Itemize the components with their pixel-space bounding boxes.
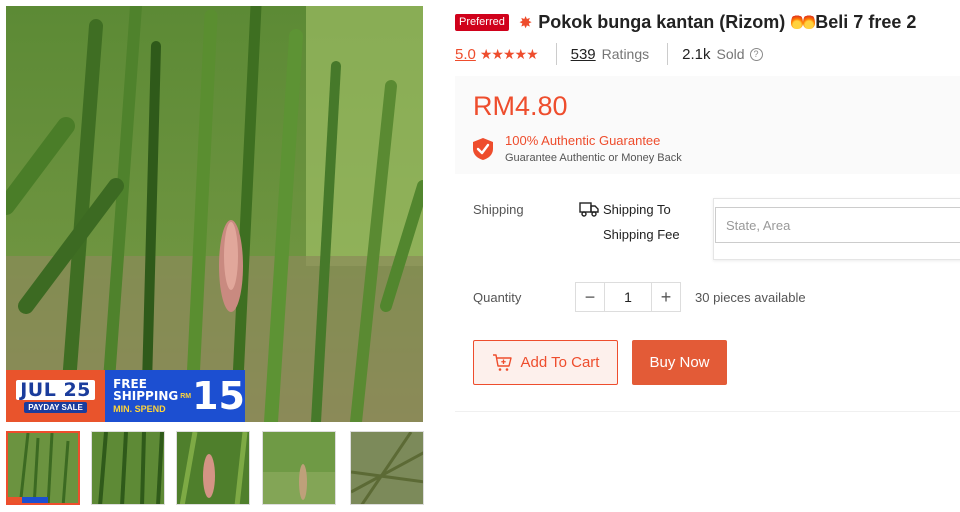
thumbnail-photo bbox=[92, 432, 164, 504]
promo-currency: RM bbox=[180, 392, 192, 400]
product-title: Pokok bunga kantan (Rizom) bbox=[538, 12, 786, 32]
fire-icon bbox=[803, 13, 816, 32]
shield-check-icon bbox=[473, 138, 493, 160]
thumbnail-photo bbox=[177, 432, 249, 504]
sold-count: 2.1k bbox=[682, 45, 711, 63]
thumbnail-photo bbox=[263, 432, 335, 504]
quantity-decrease-button[interactable]: − bbox=[575, 282, 605, 312]
quantity-increase-button[interactable]: + bbox=[651, 282, 681, 312]
guarantee-subtitle: Guarantee Authentic or Money Back bbox=[505, 152, 682, 164]
divider bbox=[555, 43, 557, 65]
promo-line3: MIN. SPEND bbox=[113, 404, 166, 414]
divider bbox=[667, 43, 669, 65]
fire-icon bbox=[791, 13, 804, 32]
add-to-cart-button[interactable]: Add To Cart bbox=[473, 340, 618, 385]
rating-score[interactable]: 5.0 bbox=[455, 46, 476, 63]
thumbnail-3[interactable] bbox=[176, 431, 250, 505]
product-price: RM4.80 bbox=[473, 91, 568, 121]
rating-row: 5.0 ★★★★★ 539 Ratings 2.1k Sold ? bbox=[455, 43, 763, 65]
promo-amount: 15 bbox=[192, 374, 245, 418]
sparkle-icon: ✸ bbox=[518, 14, 533, 32]
thumbnail-photo bbox=[8, 433, 78, 503]
ratings-label: Ratings bbox=[601, 46, 650, 62]
product-title-row: Preferred ✸ Pokok bunga kantan (Rizom) B… bbox=[455, 12, 916, 33]
thumbnail-5[interactable] bbox=[350, 431, 424, 505]
address-input[interactable] bbox=[715, 207, 960, 243]
preferred-badge: Preferred bbox=[455, 14, 509, 31]
price-section: RM4.80 100% Authentic Guarantee Guarante… bbox=[455, 76, 960, 174]
add-to-cart-label: Add To Cart bbox=[520, 354, 600, 371]
thumbnail-1[interactable] bbox=[6, 431, 80, 505]
cart-icon bbox=[492, 353, 512, 371]
stock-available: 30 pieces available bbox=[695, 290, 806, 305]
thumbnail-strip bbox=[6, 431, 424, 507]
guarantee-title[interactable]: 100% Authentic Guarantee bbox=[505, 133, 660, 148]
thumbnail-photo bbox=[351, 432, 423, 504]
buy-now-button[interactable]: Buy Now bbox=[632, 340, 727, 385]
ginger-plant-photo bbox=[6, 6, 423, 422]
truck-icon bbox=[579, 202, 599, 217]
help-icon[interactable]: ? bbox=[749, 47, 763, 61]
star-rating-icon: ★★★★★ bbox=[479, 45, 539, 62]
shipping-to-label: Shipping To bbox=[603, 202, 671, 217]
quantity-value[interactable]: 1 bbox=[605, 282, 651, 312]
quantity-stepper: − 1 + bbox=[575, 282, 681, 312]
section-divider bbox=[455, 411, 960, 412]
promo-line2: SHIPPING bbox=[113, 389, 179, 403]
product-title-suffix: Beli 7 free 2 bbox=[815, 12, 917, 32]
promo-event-sub: PAYDAY SALE bbox=[24, 401, 87, 413]
main-product-image[interactable]: JUL 25 PAYDAY SALE FREE SHIPPING MIN. SP… bbox=[6, 6, 423, 422]
shipping-label: Shipping bbox=[473, 202, 524, 217]
ratings-count[interactable]: 539 bbox=[571, 46, 596, 63]
payday-sale-banner: JUL 25 PAYDAY SALE FREE SHIPPING MIN. SP… bbox=[6, 370, 245, 422]
shipping-fee-label: Shipping Fee bbox=[603, 227, 680, 242]
promo-event-label: JUL 25 bbox=[16, 379, 95, 400]
thumbnail-4[interactable] bbox=[262, 431, 336, 505]
sold-label: Sold bbox=[716, 46, 745, 62]
quantity-label: Quantity bbox=[473, 290, 522, 305]
thumbnail-2[interactable] bbox=[91, 431, 165, 505]
